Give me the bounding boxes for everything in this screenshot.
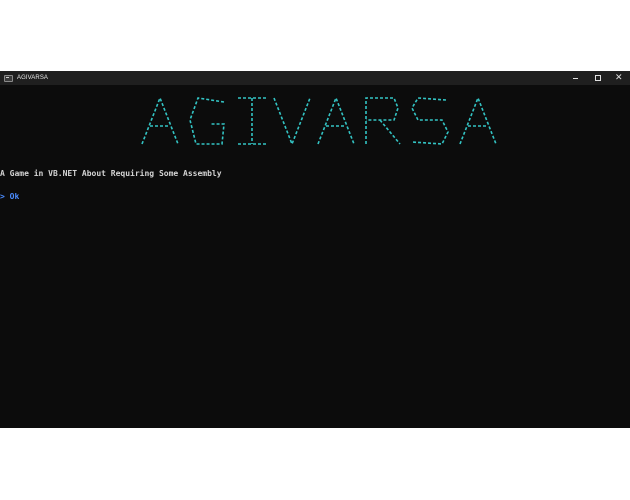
banner-letter-r [365,97,401,145]
console-output[interactable]: A Game in VB.NET About Requiring Some As… [0,85,630,428]
maximize-icon [595,75,601,81]
title-bar[interactable]: AGIVARSA ✕ [0,71,630,85]
prompt-line[interactable]: > Ok [0,192,19,201]
console-window: AGIVARSA ✕ A Game in VB.NET About Requir… [0,71,630,428]
banner-letter-a [141,95,179,145]
banner-letter-i [238,97,266,145]
minimize-icon [573,78,578,79]
subtitle-text: A Game in VB.NET About Requiring Some As… [0,169,222,178]
window-title: AGIVARSA [17,75,49,81]
banner-letter-v [273,97,311,147]
close-icon: ✕ [615,73,623,83]
maximize-button[interactable] [586,71,608,85]
banner-letter-s [411,97,449,145]
prompt-input[interactable]: Ok [10,192,20,201]
caption-buttons: ✕ [564,71,630,85]
minimize-button[interactable] [564,71,586,85]
close-button[interactable]: ✕ [608,71,630,85]
ascii-banner [141,95,497,147]
prompt-symbol: > [0,192,5,201]
banner-letter-g [189,97,225,145]
console-app-icon[interactable] [4,74,13,82]
banner-letter-a [317,95,355,145]
banner-letter-a [459,95,497,145]
